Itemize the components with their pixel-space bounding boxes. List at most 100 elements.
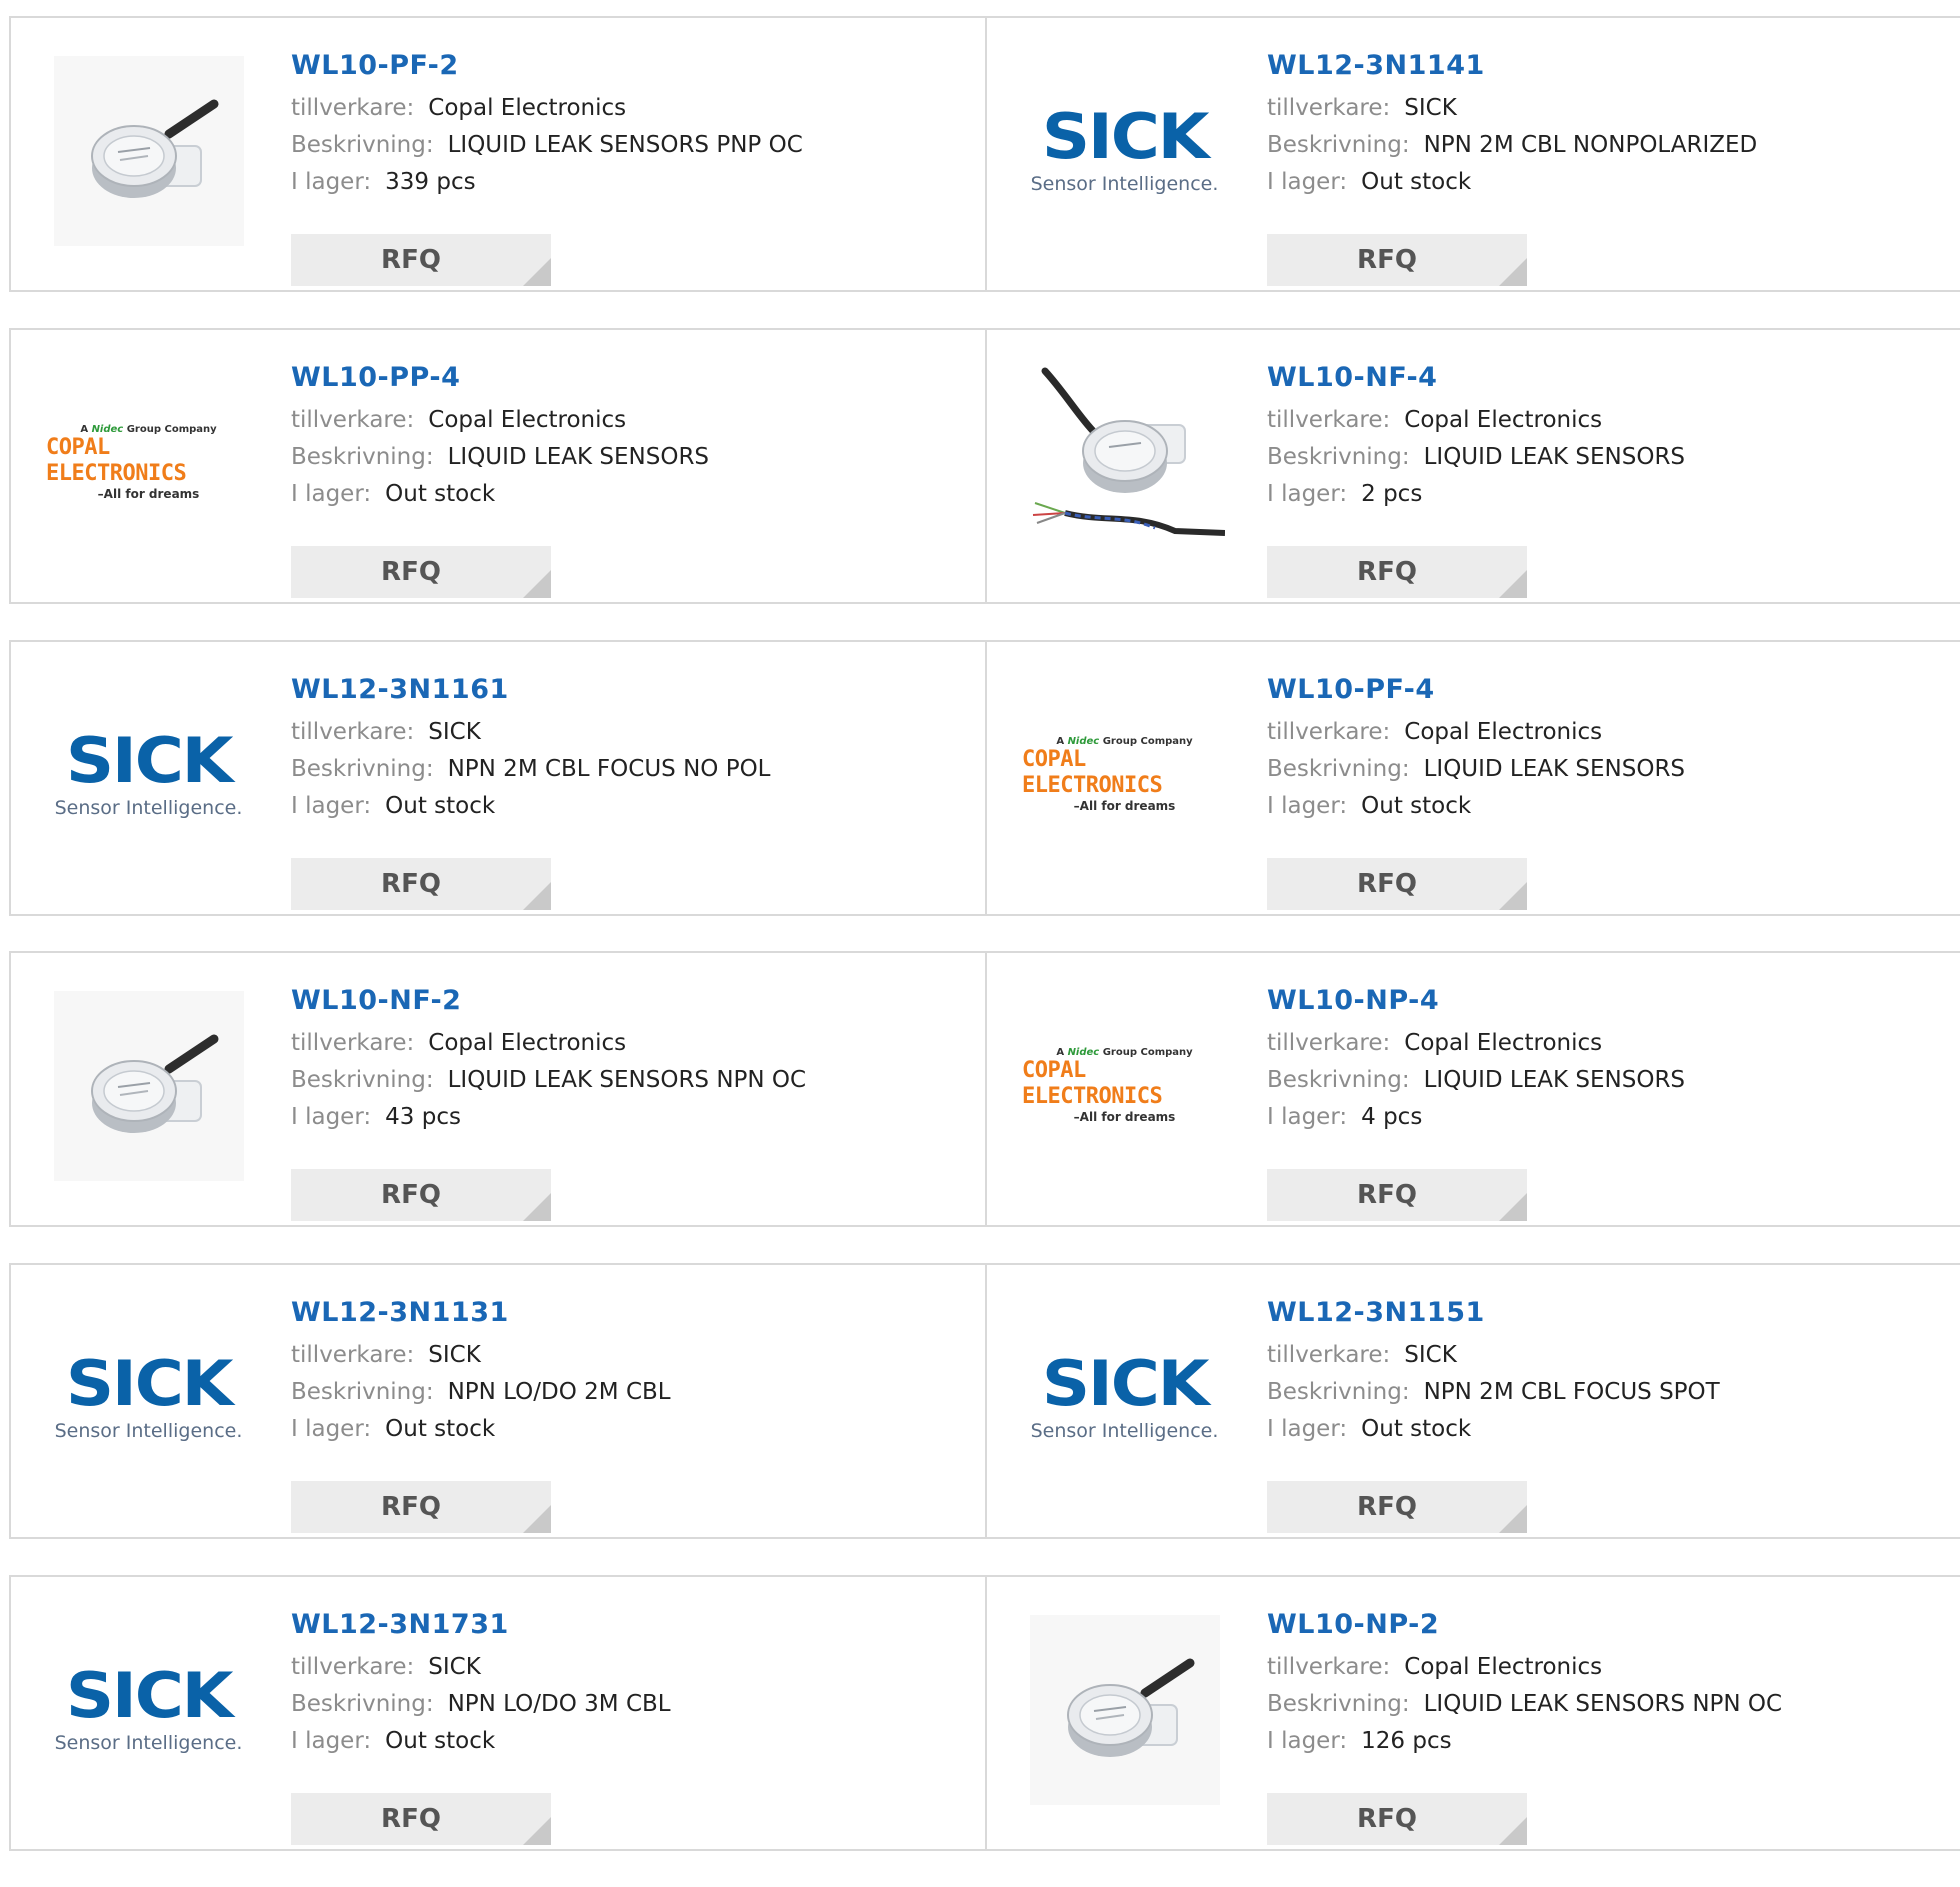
product-image[interactable]: SICK Sensor Intelligence. [1022,1295,1227,1500]
product-card: SICK Sensor Intelligence. WL12-3N1151 til… [985,1265,1960,1537]
product-stock-value: Out stock [385,1728,496,1754]
product-image[interactable]: SICK Sensor Intelligence. [46,1607,251,1812]
product-info: WL12-3N1131 tillverkare: SICK Beskrivning: N… [291,1295,966,1533]
product-description-label: Beskrivning: [1267,1691,1410,1717]
product-card: SICK Sensor Intelligence. WL12-3N1131 til… [11,1265,985,1537]
corner-triangle-icon [523,570,551,598]
product-name-link[interactable]: WL10-PF-2 [291,50,966,90]
product-stock-label: I lager: [1267,1104,1348,1130]
corner-triangle-icon [523,1505,551,1533]
rfq-button-label: RFQ [381,1492,441,1522]
product-manufacturer-label: tillverkare: [1267,1030,1391,1056]
rfq-button[interactable]: RFQ [1267,546,1527,598]
product-image[interactable]: A Nidec Group Company COPAL ELECTRONICS … [1022,672,1227,877]
product-image[interactable]: SICK Sensor Intelligence. [46,1295,251,1500]
product-name-link[interactable]: WL12-3N1731 [291,1609,966,1649]
product-stock-line: I lager: Out stock [291,476,966,513]
rfq-button[interactable]: RFQ [291,858,551,910]
product-row: SICK Sensor Intelligence. WL12-3N1161 til… [9,640,1960,916]
copal-logo-slogan: –All for dreams [1073,799,1176,813]
product-stock-line: I lager: Out stock [291,1411,966,1448]
product-manufacturer-label: tillverkare: [291,1342,415,1368]
corner-triangle-icon [1499,1505,1527,1533]
rfq-button[interactable]: RFQ [1267,1169,1527,1221]
product-description-value: LIQUID LEAK SENSORS NPN OC [447,1067,807,1093]
rfq-button[interactable]: RFQ [291,1481,551,1533]
product-description-line: Beskrivning: NPN 2M CBL FOCUS SPOT [1267,1374,1940,1411]
copal-logo: A Nidec Group Company COPAL ELECTRONICS … [46,424,251,501]
product-name-link[interactable]: WL10-PP-4 [291,362,966,402]
product-manufacturer-label: tillverkare: [291,95,415,121]
product-manufacturer-line: tillverkare: SICK [291,1649,966,1686]
product-name-link[interactable]: WL10-NP-4 [1267,985,1940,1025]
rfq-button[interactable]: RFQ [291,234,551,286]
sick-logo-tagline: Sensor Intelligence. [54,1731,243,1754]
corner-triangle-icon [1499,258,1527,286]
product-manufacturer-line: tillverkare: Copal Electronics [291,90,966,127]
rfq-button[interactable]: RFQ [1267,1793,1527,1845]
product-manufacturer-value: SICK [1404,95,1457,121]
product-info: WL12-3N1161 tillverkare: SICK Beskrivning: N… [291,672,966,910]
product-row: WL10-PF-2 tillverkare: Copal Electronics Be… [9,16,1960,292]
rfq-button[interactable]: RFQ [1267,1481,1527,1533]
product-stock-line: I lager: Out stock [1267,788,1940,825]
product-manufacturer-value: Copal Electronics [1404,407,1603,433]
product-description-line: Beskrivning: LIQUID LEAK SENSORS [1267,1062,1940,1099]
product-description-label: Beskrivning: [1267,444,1410,470]
product-description-line: Beskrivning: NPN LO/DO 3M CBL [291,1686,966,1723]
product-name-link[interactable]: WL10-PF-4 [1267,674,1940,714]
product-description-value: NPN 2M CBL FOCUS SPOT [1423,1379,1720,1405]
sensor-photo [53,55,244,246]
product-name-link[interactable]: WL10-NF-2 [291,985,966,1025]
product-card: SICK Sensor Intelligence. WL12-3N1731 til… [11,1577,985,1849]
product-info: WL10-NP-2 tillverkare: Copal Electronics Be… [1267,1607,1940,1845]
product-stock-label: I lager: [291,481,372,507]
product-manufacturer-label: tillverkare: [1267,95,1391,121]
product-stock-line: I lager: Out stock [1267,1411,1940,1448]
product-image[interactable]: SICK Sensor Intelligence. [1022,48,1227,253]
product-stock-line: I lager: 126 pcs [1267,1723,1940,1760]
rfq-button-label: RFQ [381,1180,441,1210]
copal-logo-group-line: A Nidec Group Company [1056,736,1193,747]
rfq-button[interactable]: RFQ [291,1169,551,1221]
product-image[interactable]: A Nidec Group Company COPAL ELECTRONICS … [46,360,251,565]
product-card: SICK Sensor Intelligence. WL12-3N1141 til… [985,18,1960,290]
sick-logo: SICK Sensor Intelligence. [46,1664,251,1754]
product-stock-value: Out stock [1361,1416,1472,1442]
rfq-button[interactable]: RFQ [291,546,551,598]
product-description-value: LIQUID LEAK SENSORS [1423,444,1686,470]
rfq-button[interactable]: RFQ [1267,234,1527,286]
sick-logo-word: SICK [65,723,234,797]
product-row: SICK Sensor Intelligence. WL12-3N1731 til… [9,1575,1960,1851]
product-stock-label: I lager: [291,1104,372,1130]
product-manufacturer-label: tillverkare: [1267,407,1391,433]
product-name-link[interactable]: WL12-3N1151 [1267,1297,1940,1337]
product-image[interactable] [46,983,251,1188]
rfq-button[interactable]: RFQ [1267,858,1527,910]
product-image[interactable]: A Nidec Group Company COPAL ELECTRONICS … [1022,983,1227,1188]
product-description-value: LIQUID LEAK SENSORS NPN OC [1423,1691,1783,1717]
product-stock-value: 4 pcs [1361,1104,1423,1130]
product-description-line: Beskrivning: LIQUID LEAK SENSORS NPN OC [291,1062,966,1099]
product-name-link[interactable]: WL10-NF-4 [1267,362,1940,402]
product-name-link[interactable]: WL12-3N1161 [291,674,966,714]
product-image[interactable] [1022,360,1227,565]
product-description-value: LIQUID LEAK SENSORS [1423,1067,1686,1093]
product-description-label: Beskrivning: [291,444,434,470]
product-image[interactable] [46,48,251,253]
product-name-link[interactable]: WL12-3N1131 [291,1297,966,1337]
product-manufacturer-value: Copal Electronics [1404,1654,1603,1680]
rfq-button[interactable]: RFQ [291,1793,551,1845]
product-description-line: Beskrivning: LIQUID LEAK SENSORS [1267,439,1940,476]
product-stock-line: I lager: 339 pcs [291,164,966,201]
product-description-label: Beskrivning: [1267,132,1410,158]
product-image[interactable]: SICK Sensor Intelligence. [46,672,251,877]
product-name-link[interactable]: WL10-NP-2 [1267,1609,1940,1649]
product-name-link[interactable]: WL12-3N1141 [1267,50,1940,90]
product-manufacturer-value: SICK [1404,1342,1457,1368]
product-card: WL10-NP-2 tillverkare: Copal Electronics Be… [985,1577,1960,1849]
product-manufacturer-line: tillverkare: SICK [291,714,966,751]
product-stock-line: I lager: Out stock [291,1723,966,1760]
product-stock-value: 43 pcs [385,1104,461,1130]
product-image[interactable] [1022,1607,1227,1812]
